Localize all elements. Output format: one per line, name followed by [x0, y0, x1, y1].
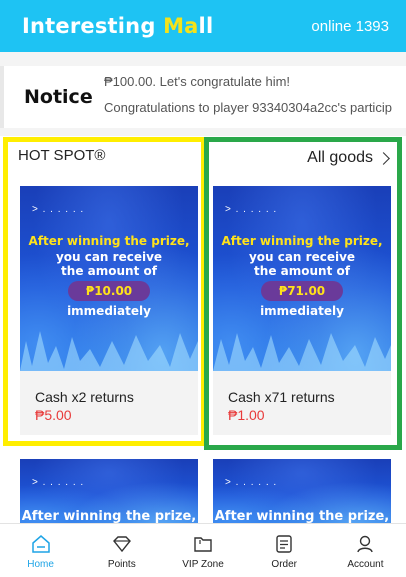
banner-dots: > . . . . . . — [225, 204, 278, 215]
banner-headline: After winning the prize, — [21, 509, 197, 524]
nav-label: Points — [107, 559, 136, 570]
section-title: HOT SPOT® — [18, 147, 106, 164]
product-card[interactable]: > . . . . . . After winning the prize, — [213, 459, 391, 529]
product-price: ₱5.00 — [35, 407, 72, 423]
app-logo[interactable]: Interesting Mall — [22, 14, 213, 38]
divider — [0, 128, 406, 136]
product-banner-image: > . . . . . . After winning the prize, — [20, 459, 198, 529]
logo-text-2: ll — [198, 14, 214, 38]
banner-line3: the amount of — [61, 264, 157, 278]
banner-subline: you can receive the amount of — [213, 250, 391, 278]
banner-line2: you can receive — [248, 250, 356, 264]
logo-text-1: Interesting — [22, 14, 164, 38]
all-goods-link[interactable]: All goods — [307, 149, 390, 167]
banner-line3: the amount of — [254, 264, 350, 278]
product-name: Cash x71 returns — [228, 389, 335, 405]
user-icon — [357, 535, 374, 553]
banner-line2: you can receive — [55, 250, 163, 264]
banner-subline: you can receive the amount of — [20, 250, 198, 278]
order-icon — [276, 535, 292, 553]
nav-label: VIP Zone — [182, 559, 224, 570]
app-header: Interesting Mall online 1393 — [0, 0, 406, 52]
product-card[interactable]: > . . . . . . After winning the prize, y… — [213, 186, 391, 435]
banner-dots: > . . . . . . — [32, 204, 85, 215]
banner-decoration — [213, 333, 391, 371]
banner-amount: ₱71.00 — [261, 281, 343, 301]
notice-line: Congratulations to player 93340304a2cc's… — [104, 100, 392, 115]
nav-home[interactable]: Home — [0, 524, 81, 577]
nav-order[interactable]: Order — [244, 524, 325, 577]
logo-text-highlight: Ma — [163, 14, 199, 38]
notice-marquee: ₱100.00. Let's congratulate him! Congrat… — [104, 66, 406, 128]
notice-label: Notice — [24, 86, 93, 108]
diamond-icon — [112, 536, 131, 553]
bottom-nav: Home Points VIP Zone Order Account — [0, 523, 406, 577]
banner-headline: After winning the prize, — [221, 234, 383, 248]
product-banner-image: > . . . . . . After winning the prize, y… — [20, 186, 198, 371]
banner-amount: ₱10.00 — [68, 281, 150, 301]
nav-label: Account — [347, 559, 384, 570]
product-banner-image: > . . . . . . After winning the prize, y… — [213, 186, 391, 371]
product-banner-image: > . . . . . . After winning the prize, — [213, 459, 391, 529]
product-card[interactable]: > . . . . . . After winning the prize, y… — [20, 186, 198, 435]
nav-account[interactable]: Account — [325, 524, 406, 577]
banner-headline: After winning the prize, — [28, 234, 190, 248]
all-goods-label: All goods — [307, 149, 373, 166]
nav-label: Order — [271, 559, 297, 570]
banner-dots: > . . . . . . — [225, 477, 278, 488]
notice-line: ₱100.00. Let's congratulate him! — [104, 74, 291, 89]
nav-points[interactable]: Points — [81, 524, 162, 577]
banner-headline: After winning the prize, — [214, 509, 390, 524]
notice-bar[interactable]: Notice ₱100.00. Let's congratulate him! … — [0, 66, 406, 128]
product-name: Cash x2 returns — [35, 389, 134, 405]
folder-icon — [194, 537, 212, 552]
divider — [0, 52, 406, 66]
home-icon — [31, 535, 50, 553]
nav-vip-zone[interactable]: VIP Zone — [162, 524, 243, 577]
product-price: ₱1.00 — [228, 407, 265, 423]
nav-label: Home — [27, 559, 54, 570]
banner-dots: > . . . . . . — [32, 477, 85, 488]
banner-decoration — [20, 331, 198, 371]
online-count: online 1393 — [311, 17, 389, 35]
product-card[interactable]: > . . . . . . After winning the prize, — [20, 459, 198, 529]
chevron-right-icon — [377, 152, 390, 165]
